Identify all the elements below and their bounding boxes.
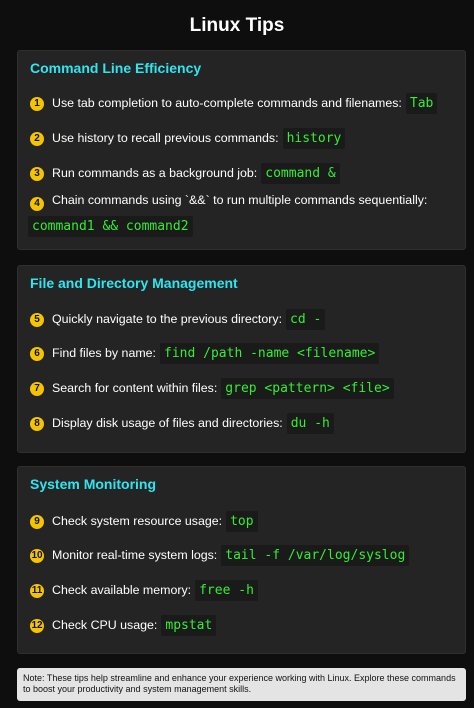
tip-text: Find files by name: <box>52 346 156 360</box>
tip-item: 11 Check available memory: free -h <box>30 580 460 601</box>
section-title: System Monitoring <box>30 476 157 492</box>
number-badge-icon: 12 <box>30 618 44 633</box>
tip-text: Display disk usage of files and director… <box>52 416 283 430</box>
number-badge-icon: 11 <box>30 583 44 598</box>
page-title: Linux Tips <box>189 15 285 36</box>
footer-note: Note: These tips help streamline and enh… <box>17 668 466 701</box>
tip-item: 10 Monitor real-time system logs: tail -… <box>30 545 460 566</box>
number-badge-icon: 7 <box>30 381 44 396</box>
tip-text: Use tab completion to auto-complete comm… <box>52 96 402 110</box>
section-title: Command Line Efficiency <box>30 60 202 76</box>
code-snippet: command1 && command2 <box>28 215 193 237</box>
tip-item: 9 Check system resource usage: top <box>30 511 460 532</box>
tip-item: 1 Use tab completion to auto-complete co… <box>30 93 460 114</box>
code-snippet: mpstat <box>161 615 217 636</box>
number-badge-icon: 10 <box>30 548 44 563</box>
section-file-directory-management: File and Directory Management 5 Quickly … <box>17 265 466 453</box>
tip-item: 3 Run commands as a background job: comm… <box>30 163 460 184</box>
tip-text: Check available memory: <box>52 583 192 597</box>
number-badge-icon: 8 <box>30 416 44 431</box>
tip-text: Monitor real-time system logs: <box>52 548 218 562</box>
code-snippet: Tab <box>405 93 438 114</box>
tip-item: 7 Search for content within files: grep … <box>30 378 460 399</box>
number-badge-icon: 2 <box>30 131 44 146</box>
tip-text: Search for content within files: <box>52 381 218 395</box>
code-snippet: cd - <box>286 309 326 330</box>
number-badge-icon: 1 <box>30 96 44 111</box>
section-command-line-efficiency: Command Line Efficiency 1 Use tab comple… <box>17 50 466 250</box>
code-snippet: free -h <box>195 580 258 601</box>
tip-item: 2 Use history to recall previous command… <box>30 128 460 149</box>
tip-text: Use history to recall previous commands: <box>52 131 279 145</box>
tip-item: 5 Quickly navigate to the previous direc… <box>30 309 460 330</box>
code-snippet: tail -f /var/log/syslog <box>221 545 410 566</box>
section-system-monitoring: System Monitoring 9 Check system resourc… <box>17 466 466 654</box>
tip-item: 6 Find files by name: find /path -name <… <box>30 343 460 364</box>
code-snippet: find /path -name <filename> <box>160 343 380 364</box>
section-title: File and Directory Management <box>30 275 238 291</box>
tip-item: 12 Check CPU usage: mpstat <box>30 615 460 636</box>
number-badge-icon: 6 <box>30 346 44 361</box>
tip-item: 8 Display disk usage of files and direct… <box>30 413 460 434</box>
tip-text: Chain commands using `&&` to run multipl… <box>52 193 428 207</box>
number-badge-icon: 9 <box>30 514 44 529</box>
number-badge-icon: 5 <box>30 312 44 327</box>
tip-text: Check CPU usage: <box>52 618 158 632</box>
code-snippet: grep <pattern> <file> <box>221 378 394 399</box>
number-badge-icon: 3 <box>30 166 44 181</box>
code-snippet: du -h <box>286 413 334 434</box>
code-snippet: top <box>226 511 258 532</box>
code-snippet: history <box>282 128 346 149</box>
tip-text: Check system resource usage: <box>52 514 223 528</box>
tip-text: Quickly navigate to the previous directo… <box>52 312 283 326</box>
tip-item: 4 Chain commands using `&&` to run multip… <box>28 192 460 237</box>
number-badge-icon: 4 <box>30 196 44 211</box>
tip-text: Run commands as a background job: <box>52 166 258 180</box>
code-snippet: command & <box>261 163 340 184</box>
